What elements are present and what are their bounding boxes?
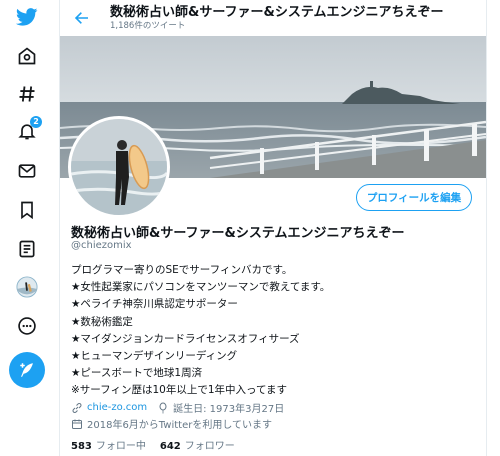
profile-header-bar: 数秘術占い師&サーファー&システムエンジニアちえぞー 1,186件のツイート <box>60 0 486 36</box>
bio-line: ★マイダンジョンカードライセンスオフィサーズ <box>71 332 300 345</box>
bio-line: ★ピースボートで地球1周済 <box>71 367 203 380</box>
back-arrow-icon <box>74 12 88 24</box>
bio-line: プログラマー寄りのSEでサーフィンバカです。 <box>71 264 293 276</box>
bio-line: ★ヒューマンデザインリーディング <box>71 350 238 363</box>
primary-nav: 2 <box>0 0 58 456</box>
header-title: 数秘術占い師&サーファー&システムエンジニアちえぞー <box>110 5 444 20</box>
edit-profile-button[interactable]: プロフィールを編集 <box>356 184 472 211</box>
bio-line: ★数秘術鑑定 <box>71 315 133 328</box>
following-label: フォロー中 <box>95 441 146 452</box>
link-icon <box>71 402 83 414</box>
profile-birthday: 誕生日: 1973年3月27日 <box>173 404 285 415</box>
following-link[interactable]: 583 フォロー中 <box>71 437 146 452</box>
birthday-balloon-icon <box>157 402 169 414</box>
following-count: 583 <box>71 441 92 452</box>
profile-display-name: 数秘術占い師&サーファー&システムエンジニアちえぞー <box>71 226 405 241</box>
profile-handle: @chiezomix <box>71 240 132 251</box>
header-tweet-count: 1,186件のツイート <box>110 21 186 31</box>
profile-column: 数秘術占い師&サーファー&システムエンジニアちえぞー 1,186件のツイート プ… <box>59 0 487 456</box>
compose-feather-icon <box>20 363 33 377</box>
bookmarks-icon[interactable] <box>7 190 47 230</box>
profile-joined-row: 2018年6月からTwitterを利用しています <box>71 416 272 431</box>
twitter-logo-icon[interactable] <box>7 0 47 37</box>
bio-line: ※サーフィン歴は10年以上で1年中入ってます <box>71 384 287 397</box>
profile-website-link[interactable]: chie-zo.com <box>87 402 147 413</box>
explore-hashtag-icon[interactable] <box>7 74 47 114</box>
profile-meta-row: chie-zo.com 誕生日: 1973年3月27日 <box>71 400 284 415</box>
more-options-icon[interactable] <box>7 306 47 346</box>
followers-link[interactable]: 642 フォロワー <box>160 437 235 452</box>
profile-avatar-icon[interactable] <box>7 267 47 307</box>
lists-icon[interactable] <box>7 229 47 269</box>
calendar-icon <box>71 418 83 430</box>
followers-label: フォロワー <box>184 441 235 452</box>
bio-line: ★女性起業家にパソコンをマンツーマンで教えてます。 <box>71 281 331 294</box>
notification-count-badge: 2 <box>30 116 42 128</box>
profile-avatar[interactable] <box>68 116 170 218</box>
follow-stats: 583 フォロー中 642 フォロワー <box>71 437 235 452</box>
followers-count: 642 <box>159 441 181 452</box>
messages-envelope-icon[interactable] <box>7 151 47 191</box>
home-icon[interactable] <box>7 36 47 76</box>
bio-line: ★ペライチ神奈川県認定サポーター <box>71 298 238 311</box>
notifications-bell-icon[interactable]: 2 <box>7 111 47 151</box>
compose-tweet-button[interactable] <box>9 352 45 388</box>
back-button[interactable] <box>68 4 96 32</box>
profile-joined-date: 2018年6月からTwitterを利用しています <box>87 420 273 431</box>
profile-bio: プログラマー寄りのSEでサーフィンバカです。 ★女性起業家にパソコンをマンツーマ… <box>71 262 481 400</box>
